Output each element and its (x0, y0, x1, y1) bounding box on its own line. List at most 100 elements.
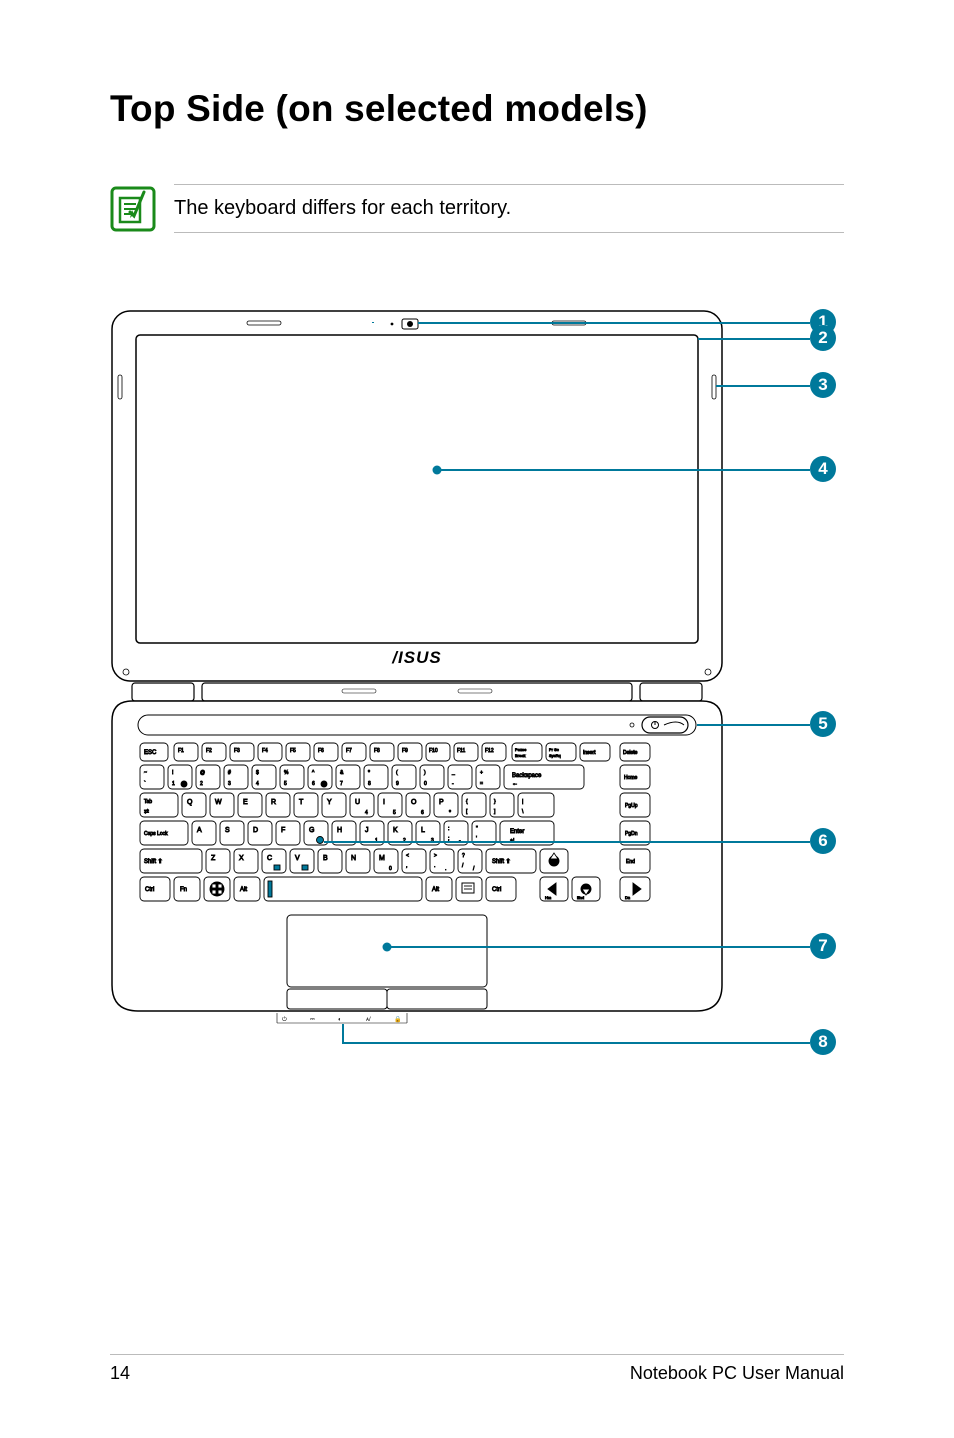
svg-text:,: , (406, 863, 407, 869)
svg-text:N: N (351, 855, 356, 862)
note-text: The keyboard differs for each territory. (174, 184, 844, 233)
svg-text:A: A (197, 827, 202, 834)
svg-text:Z: Z (211, 855, 216, 862)
svg-text:⎓: ⎓ (310, 1017, 315, 1023)
svg-text:~: ~ (144, 770, 147, 776)
svg-text:H: H (337, 827, 342, 834)
callout-6: 6 (810, 828, 836, 854)
svg-text:Tab: Tab (144, 799, 152, 805)
callout-5: 5 (810, 711, 836, 737)
svg-text:◐: ◐ (338, 1017, 342, 1023)
callout-7: 7 (810, 933, 836, 959)
svg-text:Home: Home (624, 775, 638, 781)
svg-text:Delete: Delete (623, 750, 638, 756)
svg-text:!: ! (172, 770, 173, 776)
callout-2: 2 (810, 325, 836, 351)
svg-text:Y: Y (327, 799, 332, 806)
svg-text:T: T (299, 799, 304, 806)
svg-text:2: 2 (200, 781, 203, 787)
svg-text:>: > (434, 853, 437, 859)
svg-text:F10: F10 (429, 748, 438, 754)
svg-text:%: % (284, 770, 289, 776)
svg-text:Pr Sc: Pr Sc (549, 747, 559, 752)
svg-text:PgUp: PgUp (625, 803, 638, 809)
callout-3: 3 (810, 372, 836, 398)
svg-text:Ctrl: Ctrl (492, 887, 501, 893)
svg-text:F7: F7 (346, 748, 352, 754)
svg-text:J: J (365, 827, 369, 834)
svg-text:Caps Lock: Caps Lock (144, 831, 168, 837)
svg-text:F4: F4 (262, 748, 268, 754)
svg-text:Shift ⇧: Shift ⇧ (492, 858, 511, 865)
svg-text:S: S (225, 827, 230, 834)
svg-text:SysRq: SysRq (549, 753, 561, 758)
svg-text:_: _ (451, 770, 455, 776)
svg-text:?: ? (462, 853, 465, 859)
svg-text:⇄: ⇄ (144, 808, 149, 815)
svg-text:Dn: Dn (625, 895, 630, 900)
svg-text:Hm: Hm (545, 895, 552, 900)
svg-text:$: $ (256, 770, 259, 776)
callout-8: 8 (810, 1029, 836, 1055)
svg-text:U: U (355, 799, 360, 806)
svg-text:Enter: Enter (510, 829, 524, 835)
svg-text:⏻: ⏻ (282, 1016, 287, 1023)
svg-text:.: . (445, 866, 446, 872)
svg-text::: : (448, 826, 449, 832)
svg-text:Alt: Alt (432, 887, 439, 893)
svg-text:K: K (393, 827, 398, 834)
svg-text:9: 9 (396, 781, 399, 787)
svg-text:1: 1 (172, 781, 175, 787)
svg-text:F8: F8 (374, 748, 380, 754)
svg-text:=: = (480, 781, 483, 787)
svg-text:Shift ⇧: Shift ⇧ (144, 858, 163, 865)
svg-text:3: 3 (228, 781, 231, 787)
svg-text:C: C (267, 855, 272, 862)
svg-text:#: # (228, 770, 231, 776)
svg-text:↵: ↵ (510, 838, 515, 844)
page-footer: 14 Notebook PC User Manual (110, 1354, 844, 1384)
svg-text:Alt: Alt (240, 887, 247, 893)
svg-text:F1: F1 (178, 748, 184, 754)
svg-text:L: L (421, 827, 425, 834)
svg-text:F5: F5 (290, 748, 296, 754)
svg-text:<: < (406, 853, 409, 859)
svg-text:7: 7 (340, 781, 343, 787)
svg-text:R: R (271, 799, 276, 806)
svg-text:F12: F12 (485, 748, 494, 754)
svg-text:3: 3 (431, 838, 434, 844)
svg-text:2: 2 (403, 838, 406, 844)
svg-text:1: 1 (375, 838, 378, 844)
svg-text:F3: F3 (234, 748, 240, 754)
svg-text:O: O (411, 799, 417, 806)
svg-text:Break: Break (515, 753, 525, 758)
svg-text:M: M (379, 855, 385, 862)
svg-text:0: 0 (424, 781, 427, 787)
svg-text:4: 4 (256, 781, 259, 787)
svg-text:8: 8 (368, 781, 371, 787)
callout-1: 1 (810, 309, 836, 335)
svg-text:End: End (626, 859, 635, 865)
svg-text:Ctrl: Ctrl (145, 887, 154, 893)
svg-text:D: D (253, 827, 258, 834)
svg-text:": " (476, 826, 478, 832)
svg-text:P: P (439, 799, 444, 806)
svg-text:6: 6 (312, 781, 315, 787)
svg-text:': ' (476, 836, 477, 842)
svg-text:I: I (383, 799, 385, 806)
svg-text:ESC: ESC (144, 750, 157, 756)
manual-title: Notebook PC User Manual (630, 1363, 844, 1384)
svg-text:4: 4 (365, 810, 368, 816)
svg-text:V: V (295, 855, 300, 862)
svg-text:0: 0 (389, 866, 392, 872)
svg-text:Fn: Fn (180, 887, 187, 893)
svg-text:ᴀ/: ᴀ/ (366, 1017, 371, 1023)
svg-text:G: G (309, 827, 314, 834)
svg-text:5: 5 (284, 781, 287, 787)
svg-text:+: + (480, 770, 483, 776)
svg-text:←: ← (512, 781, 518, 787)
page-title: Top Side (on selected models) (110, 88, 844, 130)
svg-text:PgDn: PgDn (625, 831, 638, 837)
svg-text:6: 6 (421, 810, 424, 816)
svg-text:F2: F2 (206, 748, 212, 754)
